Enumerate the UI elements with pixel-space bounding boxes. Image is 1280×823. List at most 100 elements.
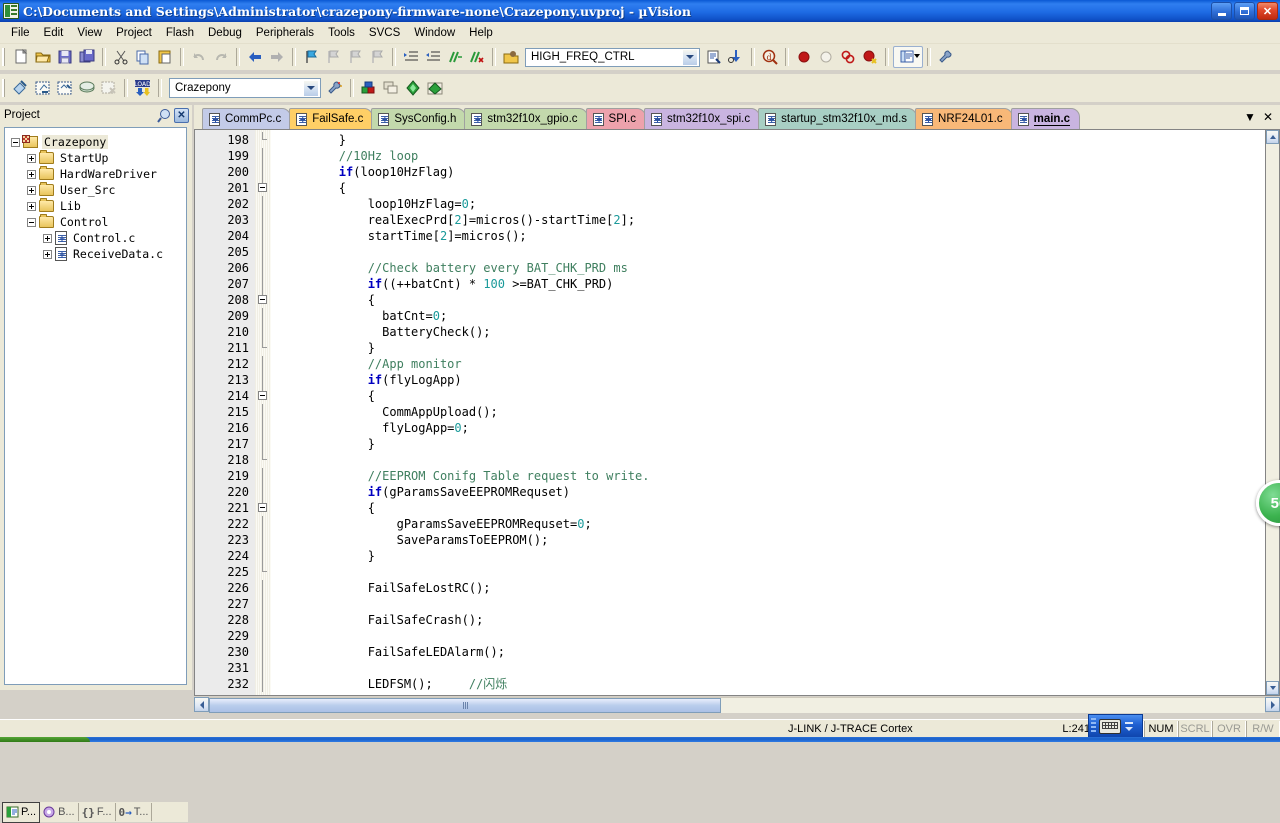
bookmark-next-icon[interactable] [344, 46, 366, 68]
bookmark-clear-icon[interactable] [366, 46, 388, 68]
collapse-icon[interactable] [27, 218, 36, 227]
tab-functions[interactable]: {} F... [79, 803, 116, 821]
fold-marker[interactable] [255, 228, 271, 244]
code-lines[interactable]: 198 }199 //10Hz loop200 if(loop10HzFlag)… [195, 132, 1265, 692]
bookmark-prev-icon[interactable] [322, 46, 344, 68]
scroll-down-button[interactable] [1266, 681, 1279, 695]
code-line[interactable]: 229 [195, 628, 1265, 644]
code-line[interactable]: 217 } [195, 436, 1265, 452]
chevron-down-icon[interactable] [1125, 727, 1133, 731]
tree-item-control[interactable]: Control [11, 214, 186, 230]
tab-templates[interactable]: 0→ T... [116, 803, 153, 821]
debug-start-icon[interactable]: d [759, 46, 781, 68]
editor-tab-startup-stm32f10x-md-s[interactable]: startup_stm32f10x_md.s [758, 108, 917, 129]
fold-marker[interactable] [255, 180, 271, 196]
project-select[interactable]: Crazepony [169, 78, 321, 98]
menu-peripherals[interactable]: Peripherals [249, 24, 321, 42]
comment-icon[interactable] [444, 46, 466, 68]
fold-marker[interactable] [255, 436, 271, 452]
menu-project[interactable]: Project [109, 24, 159, 42]
collapse-icon[interactable] [11, 138, 20, 147]
code-line[interactable]: 207 if((++batCnt) * 100 >=BAT_CHK_PRD) [195, 276, 1265, 292]
hscroll-thumb[interactable] [209, 698, 721, 713]
code-editor[interactable]: 198 }199 //10Hz loop200 if(loop10HzFlag)… [194, 129, 1265, 696]
code-line[interactable]: 211 } [195, 340, 1265, 356]
fold-marker[interactable] [255, 324, 271, 340]
code-line[interactable]: 203 realExecPrd[2]=micros()-startTime[2]… [195, 212, 1265, 228]
undo-icon[interactable] [188, 46, 210, 68]
window-title-bar[interactable]: C:\Documents and Settings\Administrator\… [0, 0, 1280, 22]
tree-item-user-src[interactable]: User_Src [11, 182, 186, 198]
code-line[interactable]: 223 SaveParamsToEEPROM(); [195, 532, 1265, 548]
code-line[interactable]: 231 [195, 660, 1265, 676]
fold-marker[interactable] [255, 644, 271, 660]
expand-icon[interactable] [43, 234, 52, 243]
fold-marker[interactable] [255, 132, 271, 148]
editor-tab-commpc-c[interactable]: CommPc.c [202, 108, 291, 129]
disable-breakpoint-icon[interactable] [837, 46, 859, 68]
build-target-icon[interactable] [32, 77, 54, 99]
remove-breakpoint-icon[interactable] [815, 46, 837, 68]
cut-icon[interactable] [110, 46, 132, 68]
code-line[interactable]: 198 } [195, 132, 1265, 148]
tree-item-control-c[interactable]: Control.c [11, 230, 186, 246]
rebuild-all-icon[interactable] [54, 77, 76, 99]
navigate-back-icon[interactable] [244, 46, 266, 68]
expand-icon[interactable] [27, 154, 36, 163]
tree-item-receivedata-c[interactable]: ReceiveData.c [11, 246, 186, 262]
menu-edit[interactable]: Edit [37, 24, 71, 42]
menu-window[interactable]: Window [407, 24, 462, 42]
fold-marker[interactable] [255, 516, 271, 532]
fold-marker[interactable] [255, 676, 271, 692]
editor-tab-sysconfig-h[interactable]: SysConfig.h [371, 108, 466, 129]
translate-file-icon[interactable] [10, 77, 32, 99]
code-line[interactable]: 224 } [195, 548, 1265, 564]
fold-marker[interactable] [255, 260, 271, 276]
fold-marker[interactable] [255, 420, 271, 436]
fold-marker[interactable] [255, 164, 271, 180]
code-line[interactable]: 227 [195, 596, 1265, 612]
tab-books[interactable]: B... [40, 803, 79, 821]
code-line[interactable]: 204 startTime[2]=micros(); [195, 228, 1265, 244]
fold-marker[interactable] [255, 404, 271, 420]
fold-marker[interactable] [255, 468, 271, 484]
batch-build-icon[interactable] [725, 46, 747, 68]
hscroll-track[interactable] [209, 697, 1265, 713]
editor-vertical-scrollbar[interactable] [1265, 129, 1280, 696]
configure-target-icon[interactable] [500, 46, 522, 68]
scroll-right-button[interactable] [1265, 697, 1280, 712]
editor-tab-stm32f10x-gpio-c[interactable]: stm32f10x_gpio.c [464, 108, 587, 129]
menu-view[interactable]: View [70, 24, 109, 42]
multi-project-icon[interactable] [380, 77, 402, 99]
tree-item-hardwaredriver[interactable]: HardWareDriver [11, 166, 186, 182]
editor-tab-main-c[interactable]: main.c [1011, 108, 1080, 129]
code-line[interactable]: 213 if(flyLogApp) [195, 372, 1265, 388]
fold-marker[interactable] [255, 660, 271, 676]
start-button[interactable] [0, 737, 90, 742]
fold-marker[interactable] [255, 500, 271, 516]
indent-decrease-icon[interactable] [422, 46, 444, 68]
kill-all-breakpoints-icon[interactable] [859, 46, 881, 68]
pack-installer-icon[interactable] [402, 77, 424, 99]
ime-language-bar[interactable] [1088, 714, 1143, 738]
code-line[interactable]: 232 LEDFSM(); //闪烁 [195, 676, 1265, 692]
close-tab-icon[interactable]: ✕ [1260, 109, 1276, 125]
fold-marker[interactable] [255, 276, 271, 292]
configuration-wizard-icon[interactable] [935, 46, 957, 68]
manage-components-icon[interactable] [703, 46, 725, 68]
menu-tools[interactable]: Tools [321, 24, 362, 42]
paste-icon[interactable] [154, 46, 176, 68]
bookmark-toggle-icon[interactable] [300, 46, 322, 68]
menu-svcs[interactable]: SVCS [362, 24, 407, 42]
indent-increase-icon[interactable] [400, 46, 422, 68]
close-icon[interactable]: ✕ [174, 108, 189, 123]
project-tree[interactable]: CrazeponyStartUpHardWareDriverUser_SrcLi… [4, 127, 187, 685]
insert-breakpoint-icon[interactable] [793, 46, 815, 68]
code-line[interactable]: 200 if(loop10HzFlag) [195, 164, 1265, 180]
fold-marker[interactable] [255, 356, 271, 372]
fold-marker[interactable] [255, 452, 271, 468]
fold-marker[interactable] [255, 532, 271, 548]
code-line[interactable]: 220 if(gParamsSaveEEPROMRequset) [195, 484, 1265, 500]
code-line[interactable]: 228 FailSafeCrash(); [195, 612, 1265, 628]
code-line[interactable]: 230 FailSafeLEDAlarm(); [195, 644, 1265, 660]
